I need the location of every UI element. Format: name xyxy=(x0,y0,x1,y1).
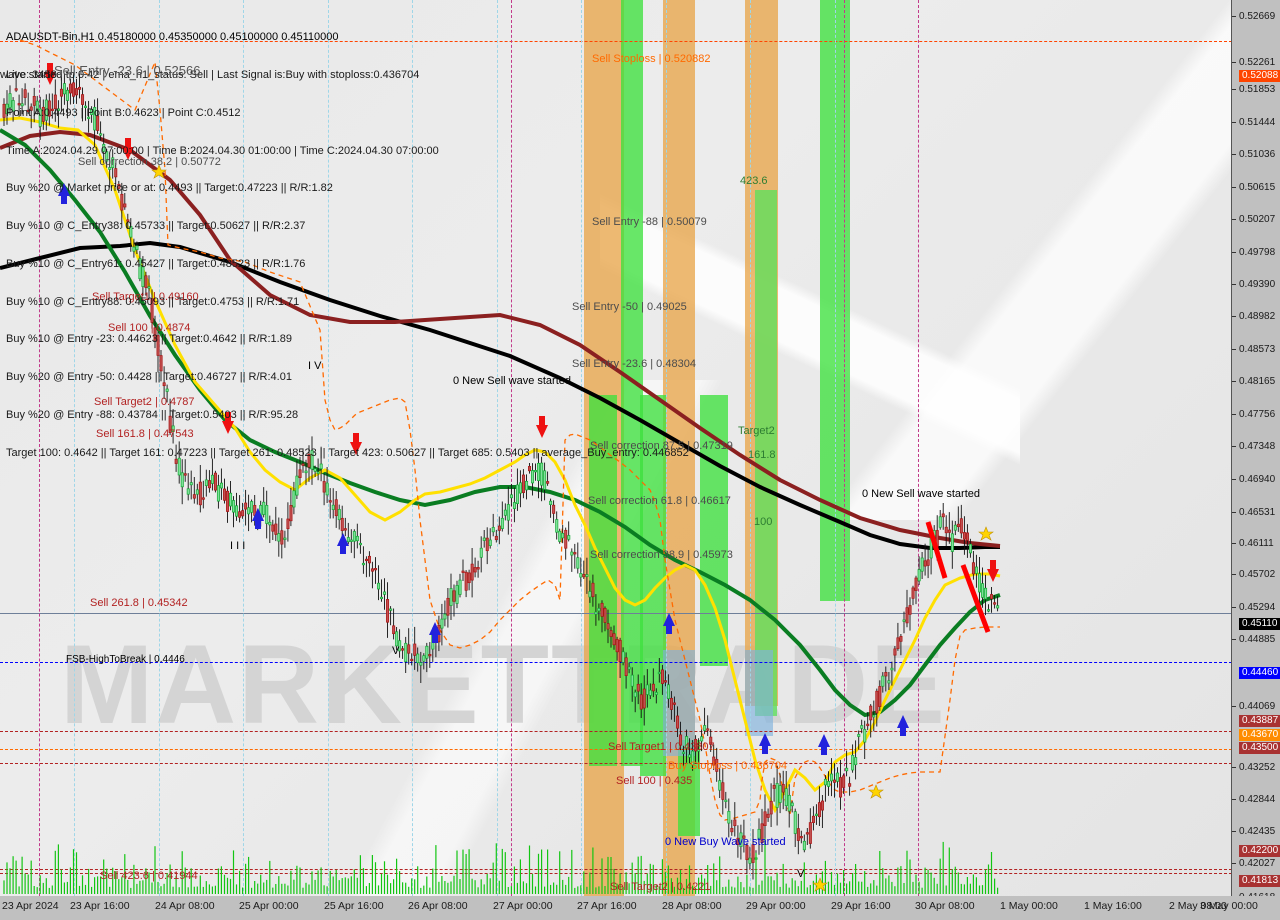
time-tick: 23 Apr 16:00 xyxy=(70,900,130,912)
info-overlap-sell-entry: Sell Entry -23.6 | 0.52566 xyxy=(54,62,201,78)
price-tick: 0.42027 xyxy=(1232,858,1280,870)
time-tick: 1 May 16:00 xyxy=(1084,900,1142,912)
annotation-sell-correction-389: Sell correction 38.9 | 0.45973 xyxy=(590,549,733,561)
price-tick: 0.52088 xyxy=(1232,70,1280,82)
time-tick: 27 Apr 16:00 xyxy=(577,900,637,912)
price-tick: 0.42200 xyxy=(1232,845,1280,857)
time-axis[interactable]: 23 Apr 2024 23 Apr 16:00 24 Apr 08:00 25 Ap… xyxy=(0,896,1280,920)
info-line-buy-5: Buy %10 @ Entry -23: 0.44623 || Target:0… xyxy=(6,333,292,346)
price-tick: 0.45294 xyxy=(1232,602,1280,614)
annotation-level-4236: 423.6 xyxy=(740,175,768,187)
price-tick: 0.43500 xyxy=(1232,742,1280,754)
price-tick: 0.50615 xyxy=(1232,182,1280,194)
price-tick: 0.46531 xyxy=(1232,507,1280,519)
time-tick: 30 Apr 08:00 xyxy=(915,900,975,912)
time-tick: 23 Apr 2024 xyxy=(2,900,59,912)
annotation-buy-stoploss: Buy Stoploss | 0.436704 xyxy=(668,760,788,772)
price-tick: 0.51853 xyxy=(1232,84,1280,96)
price-tick: 0.43252 xyxy=(1232,762,1280,774)
price-tick: 0.47756 xyxy=(1232,409,1280,421)
annotation-wave-label-v1: V xyxy=(392,645,400,657)
info-line-buy-6: Buy %20 @ Entry -50: 0.4428 || Target:0.… xyxy=(6,371,292,384)
info-line-buy-4: Buy %10 @ C_Entry88: 0.45093 || Target:0… xyxy=(6,295,300,308)
time-tick: 28 Apr 08:00 xyxy=(662,900,722,912)
info-line-buy-7: Buy %20 @ Entry -88: 0.43784 || Target:0… xyxy=(6,409,299,421)
price-tick: 0.45702 xyxy=(1232,569,1280,581)
annotation-sell-4236: Sell 423.6 | 0.41944 xyxy=(100,870,198,882)
info-line-times: Time A:2024.04.29 07:00:00 | Time B:2024… xyxy=(6,144,439,157)
price-axis[interactable]: 0.52669 0.52261 0.52088 0.51853 0.51444 0.510… xyxy=(1231,0,1280,903)
annotation-fsb-hightobreak: FSB-HighToBreak | 0.4446 xyxy=(66,654,185,665)
info-line-buy-2: Buy %10 @ C_Entry38: 0.45733 || Target:0… xyxy=(6,220,306,233)
time-tick: 3 May 00:00 xyxy=(1200,900,1258,912)
price-tick: 0.52261 xyxy=(1232,57,1280,69)
price-tick: 0.41813 xyxy=(1232,875,1280,887)
price-tick: 0.44885 xyxy=(1232,634,1280,646)
price-tick: 0.49390 xyxy=(1232,279,1280,291)
info-line-points: Point A:0.4493 | Point B:0.4623 | Point … xyxy=(6,106,241,119)
annotation-sell-correction-618: Sell correction 61.8 | 0.46617 xyxy=(588,495,731,507)
annotation-new-sell-wave-2: 0 New Sell wave started xyxy=(862,488,980,500)
info-line-buy-3: Buy %10 @ C_Entry61: 0.45427 || Target:0… xyxy=(6,257,306,270)
price-tick: 0.51444 xyxy=(1232,117,1280,129)
price-tick: 0.52669 xyxy=(1232,11,1280,23)
annotation-sell-target2-bottom: Sell Target2 | 0.4221 xyxy=(610,881,711,893)
time-tick: 26 Apr 08:00 xyxy=(408,900,468,912)
info-line-buy-1: Buy %20 @ Market price or at: 0.4493 || … xyxy=(6,182,333,195)
price-tick: 0.48573 xyxy=(1232,344,1280,356)
price-tick: 0.44069 xyxy=(1232,701,1280,713)
info-panel: ADAUSDT-Bin,H1 0.45180000 0.45350000 0.4… xyxy=(0,6,689,485)
chart-plot-area[interactable]: MARKETTRADE Sell Stoploss | 0.520882 Sel… xyxy=(0,0,1233,897)
price-tick: 0.43670 xyxy=(1232,729,1280,741)
price-tick: 0.42844 xyxy=(1232,794,1280,806)
price-tick: 0.50207 xyxy=(1232,214,1280,226)
price-tick: 0.51036 xyxy=(1232,149,1280,161)
time-tick: 29 Apr 00:00 xyxy=(746,900,806,912)
time-tick: 24 Apr 08:00 xyxy=(155,900,215,912)
info-line-symbol: ADAUSDT-Bin,H1 0.45180000 0.45350000 0.4… xyxy=(6,31,339,44)
info-line-targets: Target 100: 0.4642 || Target 161: 0.4722… xyxy=(6,446,689,459)
annotation-level-1618: 161.8 xyxy=(748,449,776,461)
time-tick: 25 Apr 00:00 xyxy=(239,900,299,912)
time-tick: 29 Apr 16:00 xyxy=(831,900,891,912)
time-tick: 1 May 00:00 xyxy=(1000,900,1058,912)
annotation-target2: Target2 xyxy=(738,425,775,437)
annotation-new-buy-wave: 0 New Buy Wave started xyxy=(665,836,786,848)
annotation-level-100: 100 xyxy=(754,516,773,528)
price-tick: 0.48165 xyxy=(1232,376,1280,388)
time-tick: 25 Apr 16:00 xyxy=(324,900,384,912)
price-tick: 0.46111 xyxy=(1232,538,1280,550)
time-tick: 27 Apr 00:00 xyxy=(493,900,553,912)
price-tick: 0.46940 xyxy=(1232,474,1280,486)
volume-series xyxy=(3,838,999,894)
annotation-wave-label-v2: V xyxy=(797,868,805,880)
price-tick: 0.45110 xyxy=(1232,618,1280,630)
price-tick: 0.42435 xyxy=(1232,826,1280,838)
price-tick: 0.47348 xyxy=(1232,441,1280,453)
price-tick: 0.48982 xyxy=(1232,311,1280,323)
annotation-wave-label-iii: I I I xyxy=(230,540,246,552)
annotation-sell-2618: Sell 261.8 | 0.45342 xyxy=(90,597,188,609)
price-tick: 0.49798 xyxy=(1232,247,1280,259)
trading-chart-window: MARKETTRADE Sell Stoploss | 0.520882 Sel… xyxy=(0,0,1280,920)
price-tick: 0.43887 xyxy=(1232,715,1280,727)
price-tick: 0.44460 xyxy=(1232,667,1280,679)
annotation-sell-100-bottom: Sell 100 | 0.435 xyxy=(616,775,693,787)
annotation-sell-target1-bottom: Sell Target1 | 0.43807 xyxy=(608,741,715,753)
